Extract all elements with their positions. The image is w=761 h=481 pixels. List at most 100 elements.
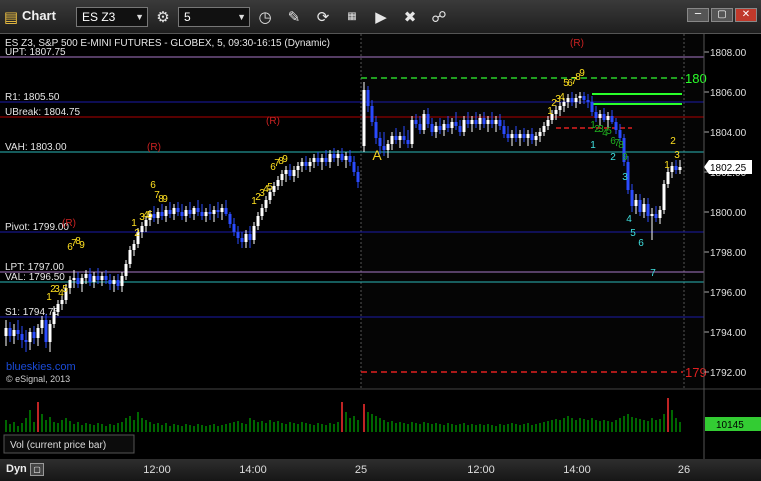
candle-body (264, 200, 268, 208)
y-tick-label: 1804.00 (710, 128, 747, 139)
play-icon[interactable]: ▶ (370, 6, 392, 28)
x-tick-label: 14:00 (239, 464, 267, 476)
candle-body (614, 122, 618, 130)
candle-body (152, 214, 156, 218)
interval-dropdown-icon[interactable]: ▼ (237, 8, 246, 26)
sequence-label: 9 (282, 154, 288, 165)
candle-body (292, 170, 296, 176)
study-icon[interactable]: ▦ (341, 6, 363, 28)
candle-body (522, 134, 526, 138)
sequence-label: 4 (559, 92, 565, 103)
symbol-dropdown-icon[interactable]: ▼ (135, 8, 144, 26)
candle-body (518, 134, 522, 138)
gear-icon[interactable]: ⚙ (152, 6, 174, 28)
candle-body (40, 320, 44, 328)
sequence-label: 1 (664, 160, 670, 171)
candle-body (362, 90, 366, 146)
candle-body (24, 340, 28, 342)
candle-body (48, 324, 52, 342)
cursor-icon[interactable]: ⟳ (312, 6, 334, 28)
candle-body (394, 136, 398, 140)
pencil-icon[interactable]: ✎ (283, 6, 305, 28)
candle-body (598, 114, 602, 118)
y-tick-label: 1794.00 (710, 328, 747, 339)
close-button[interactable]: ✕ (735, 8, 757, 22)
candle-body (406, 140, 410, 144)
candle-body (582, 96, 586, 100)
level-label-1: R1: 1805.50 (5, 92, 60, 103)
x-tick-label: 12:00 (143, 464, 171, 476)
level-label-2: UBreak: 1804.75 (5, 107, 80, 118)
level-label-6: VAL: 1796.50 (5, 272, 65, 283)
candle-body (180, 212, 184, 216)
candle-body (140, 226, 144, 232)
candle-body (268, 192, 272, 200)
symbol-dropdown[interactable]: ES Z3 ▼ (76, 7, 148, 27)
candle-body (36, 328, 40, 338)
candle-body (462, 120, 466, 132)
candle-body (172, 208, 176, 214)
candle-body (220, 208, 224, 212)
r-marker: (R) (147, 142, 161, 153)
a-annotation: A (372, 147, 382, 163)
sequence-label: 1 (590, 140, 596, 151)
candle-body (658, 210, 662, 218)
candle-body (482, 118, 486, 124)
candle-body (32, 332, 36, 338)
candle-body (602, 114, 606, 120)
sequence-label: 5 (62, 284, 68, 295)
candle-body (382, 146, 386, 150)
candle-body (378, 138, 382, 146)
candle-body (56, 304, 60, 312)
candle-body (638, 200, 642, 212)
candle-body (160, 212, 164, 216)
y-tick-label: 1800.00 (710, 208, 747, 219)
candle-body (188, 210, 192, 214)
candle-body (4, 328, 8, 336)
candle-body (112, 280, 116, 284)
dyn-label[interactable]: Dyn (6, 463, 27, 475)
candle-body (530, 134, 534, 140)
candle-body (260, 208, 264, 216)
candle-body (280, 174, 284, 180)
candle-body (272, 186, 276, 192)
candle-body (164, 210, 168, 216)
maximize-button[interactable]: ▢ (711, 8, 733, 22)
link-icon[interactable]: ☍ (428, 6, 450, 28)
candle-body (204, 212, 208, 216)
status-bar: 12:00 14:00 25 12:00 14:00 26 Dyn ▢ (0, 459, 761, 481)
sequence-label: 3 (674, 150, 680, 161)
r-marker: (R) (62, 218, 76, 229)
sequence-label: 6 (638, 238, 644, 249)
candle-body (28, 332, 32, 342)
candle-body (352, 162, 356, 172)
candle-body (232, 224, 236, 232)
candle-body (478, 118, 482, 124)
candle-body (68, 280, 72, 288)
candle-body (248, 234, 252, 240)
clock-icon[interactable]: ◷ (254, 6, 276, 28)
sequence-label: 9 (79, 240, 85, 251)
candle-body (514, 134, 518, 138)
candle-body (670, 166, 674, 172)
candle-body (594, 112, 598, 118)
y-tick-label: 1796.00 (710, 288, 747, 299)
minimize-button[interactable]: ─ (687, 8, 709, 22)
candle-body (88, 274, 92, 282)
candle-body (84, 274, 88, 278)
interval-dropdown[interactable]: 5 ▼ (178, 7, 250, 27)
candle-body (402, 136, 406, 140)
candle-body (430, 124, 434, 132)
dyn-toggle-icon[interactable]: ▢ (30, 463, 44, 476)
sequence-label: 5 (147, 210, 153, 221)
candle-body (324, 158, 328, 162)
candle-body (390, 136, 394, 144)
price-chart[interactable]: UPT: 1807.75R1: 1805.50UBreak: 1804.75VA… (0, 34, 761, 459)
candle-body (240, 238, 244, 242)
sequence-label: 8 (618, 140, 624, 151)
candle-body (398, 136, 402, 140)
candle-body (12, 330, 16, 336)
sequence-label: 4 (626, 214, 632, 225)
cursor-x-icon[interactable]: ✖ (399, 6, 421, 28)
candle-body (348, 156, 352, 162)
